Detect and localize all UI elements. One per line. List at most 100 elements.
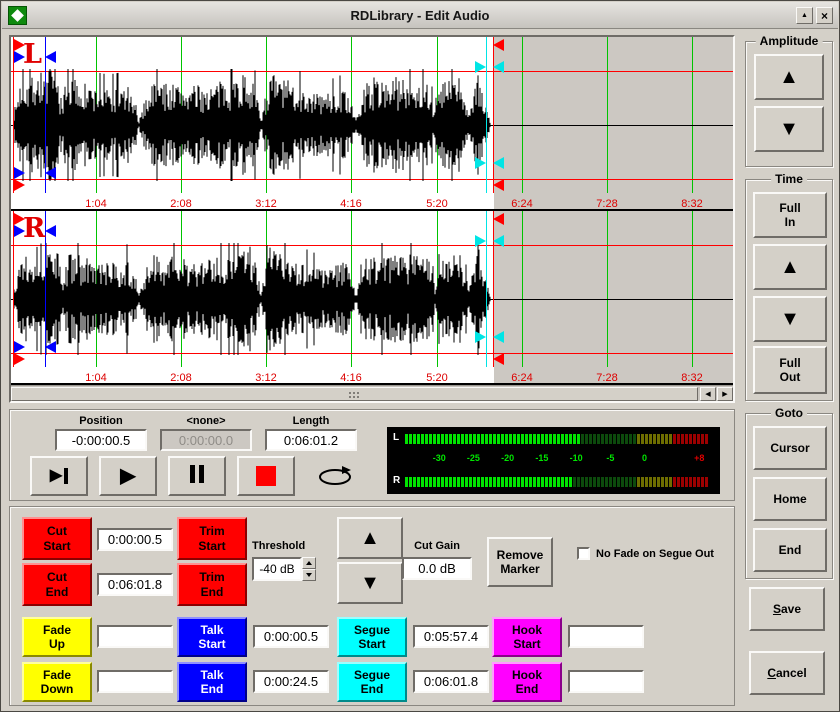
edit-panel: Cut Start 0:00:00.5 Cut End 0:06:01.8 Tr… (9, 506, 735, 706)
threshold-up-button[interactable] (302, 557, 316, 569)
loop-button[interactable] (306, 456, 364, 496)
fade-up-field[interactable] (97, 625, 173, 648)
svg-text:1:04: 1:04 (85, 198, 106, 210)
svg-text:8:32: 8:32 (681, 372, 702, 384)
meter-left-bar (405, 434, 713, 444)
amplitude-up-button[interactable]: ▲ (754, 54, 824, 100)
svg-text:4:16: 4:16 (340, 372, 361, 384)
save-button[interactable]: Save (749, 587, 825, 631)
transport-panel: Position -0:00:00.5 <none> 0:00:00.0 Len… (9, 409, 735, 501)
waveform-right-channel[interactable]: 1:042:083:124:165:206:247:288:32 R (11, 211, 733, 385)
svg-text:7:28: 7:28 (596, 372, 617, 384)
trim-end-button[interactable]: Trim End (177, 563, 247, 606)
up-triangle-icon: ▲ (780, 257, 800, 277)
scroll-left-icon: ◀ (705, 391, 710, 398)
titlebar: RDLibrary - Edit Audio ▲ × (2, 2, 838, 29)
up-triangle-icon: ▲ (360, 528, 380, 548)
svg-text:3:12: 3:12 (255, 372, 276, 384)
fade-up-button[interactable]: Fade Up (22, 617, 92, 657)
stop-button[interactable] (237, 456, 295, 496)
cut-end-field[interactable]: 0:06:01.8 (97, 573, 173, 596)
up-triangle-icon (306, 561, 312, 565)
window-title: RDLibrary - Edit Audio (2, 2, 838, 28)
svg-text:6:24: 6:24 (511, 198, 532, 210)
pause-button[interactable] (168, 456, 226, 496)
goto-group: Goto Cursor Home End (745, 413, 833, 579)
cut-start-button[interactable]: Cut Start (22, 517, 92, 560)
segue-start-button[interactable]: Segue Start (337, 617, 407, 657)
threshold-label: Threshold (252, 540, 305, 552)
marker-field: 0:00:00.0 (160, 429, 252, 451)
play-button[interactable]: ▶ (99, 456, 157, 496)
app-icon-glyph (11, 9, 24, 22)
scroll-right-icon: ▶ (722, 391, 727, 398)
scroll-left-button[interactable]: ◀ (700, 387, 716, 401)
segue-end-button[interactable]: Segue End (337, 662, 407, 702)
threshold-spinbox[interactable]: -40 dB (252, 557, 316, 581)
hook-start-button[interactable]: Hook Start (492, 617, 562, 657)
remove-marker-button[interactable]: Remove Marker (487, 537, 553, 587)
full-out-button[interactable]: Full Out (753, 346, 827, 394)
fade-down-button[interactable]: Fade Down (22, 662, 92, 702)
no-fade-label: No Fade on Segue Out (596, 548, 714, 560)
meter-scale: -30-25-20-15-10-50+8 (405, 451, 713, 467)
full-in-button[interactable]: Full In (753, 192, 827, 238)
svg-text:2:08: 2:08 (170, 198, 191, 210)
shade-icon: ▲ (801, 12, 808, 19)
down-triangle-icon: ▼ (780, 309, 800, 329)
cut-gain-field[interactable]: 0.0 dB (402, 557, 472, 580)
talk-start-field[interactable]: 0:00:00.5 (253, 625, 329, 648)
up-triangle-icon: ▲ (779, 67, 799, 87)
svg-text:5:20: 5:20 (426, 198, 447, 210)
marker-label: <none> (160, 415, 252, 427)
gain-down-button[interactable]: ▼ (337, 562, 403, 604)
svg-text:4:16: 4:16 (340, 198, 361, 210)
scroll-right-button[interactable]: ▶ (717, 387, 733, 401)
meter-right-label: R (393, 475, 400, 486)
position-field: -0:00:00.5 (55, 429, 147, 451)
time-zoom-in-button[interactable]: ▲ (753, 244, 827, 290)
hook-start-field[interactable] (568, 625, 644, 648)
waveform-display[interactable]: 1:042:083:124:165:206:247:288:32 L 1:042… (9, 35, 735, 403)
trim-start-button[interactable]: Trim Start (177, 517, 247, 560)
app-icon[interactable] (8, 6, 27, 25)
scrollbar-thumb[interactable] (11, 387, 698, 401)
talk-start-button[interactable]: Talk Start (177, 617, 247, 657)
meter-right-bar (405, 477, 713, 487)
shade-button[interactable]: ▲ (796, 7, 813, 24)
goto-cursor-button[interactable]: Cursor (753, 426, 827, 470)
cut-end-button[interactable]: Cut End (22, 563, 92, 606)
cancel-button[interactable]: Cancel (749, 651, 825, 695)
play-from-start-button[interactable]: ▶ (30, 456, 88, 496)
threshold-down-button[interactable] (302, 569, 316, 581)
cut-start-field[interactable]: 0:00:00.5 (97, 528, 173, 551)
down-triangle-icon (306, 573, 312, 577)
threshold-value[interactable]: -40 dB (252, 557, 302, 581)
hook-end-field[interactable] (568, 670, 644, 693)
pause-icon (188, 465, 206, 486)
down-triangle-icon: ▼ (360, 573, 380, 593)
goto-home-button[interactable]: Home (753, 477, 827, 521)
goto-end-button[interactable]: End (753, 528, 827, 572)
hook-end-button[interactable]: Hook End (492, 662, 562, 702)
segue-end-field[interactable]: 0:06:01.8 (413, 670, 489, 693)
gain-up-button[interactable]: ▲ (337, 517, 403, 559)
talk-end-field[interactable]: 0:00:24.5 (253, 670, 329, 693)
waveform-left-channel[interactable]: 1:042:083:124:165:206:247:288:32 L (11, 37, 733, 211)
svg-text:1:04: 1:04 (85, 372, 106, 384)
segue-start-field[interactable]: 0:05:57.4 (413, 625, 489, 648)
amplitude-down-button[interactable]: ▼ (754, 106, 824, 152)
play-from-start-icon: ▶ (50, 468, 68, 484)
amplitude-group: Amplitude ▲ ▼ (745, 41, 833, 167)
no-fade-checkbox[interactable] (577, 547, 590, 560)
audio-meter: L -30-25-20-15-10-50+8 R (387, 427, 720, 494)
close-button[interactable]: × (816, 7, 833, 24)
svg-text:2:08: 2:08 (170, 372, 191, 384)
time-group: Time Full In ▲ ▼ Full Out (745, 179, 833, 401)
stop-icon (256, 466, 276, 486)
waveform-scrollbar[interactable]: ◀ ▶ (11, 385, 733, 401)
fade-down-field[interactable] (97, 670, 173, 693)
time-zoom-out-button[interactable]: ▼ (753, 296, 827, 342)
play-icon: ▶ (120, 466, 135, 486)
talk-end-button[interactable]: Talk End (177, 662, 247, 702)
